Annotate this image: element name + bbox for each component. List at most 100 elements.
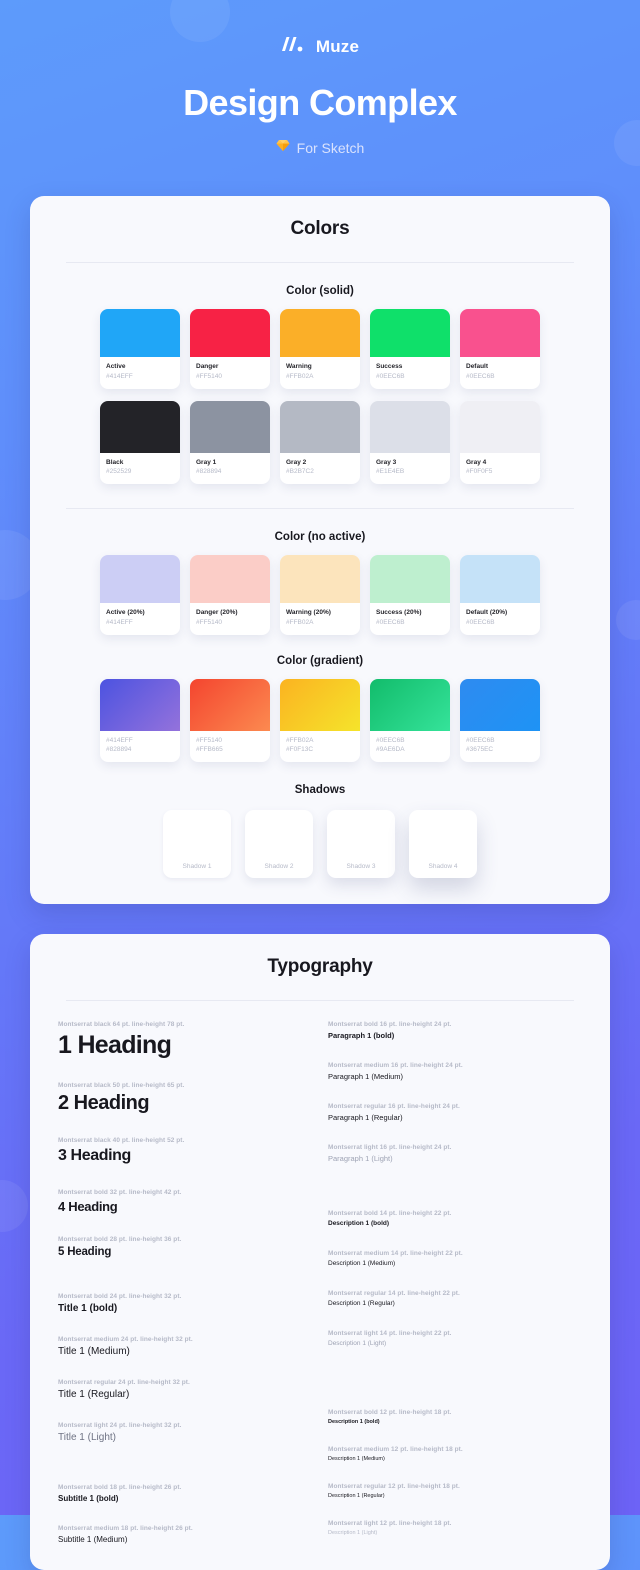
colors-card: Colors Color (solid) Active #414EFF Danger… — [30, 196, 610, 904]
type-specimen-sample: Paragraph 1 (Medium) — [328, 1072, 404, 1081]
shadow-sample-label: Shadow 2 — [264, 863, 294, 870]
hero-subtitle: For Sketch — [0, 139, 640, 157]
color-swatch[interactable]: Success (20%) #0EEC6B — [370, 555, 450, 635]
color-swatch[interactable]: Active #414EFF — [100, 309, 180, 389]
type-specimen: Montserrat medium 16 pt. line-height 24 … — [328, 1062, 582, 1081]
type-specimen: Montserrat light 24 pt. line-height 32 p… — [58, 1422, 320, 1443]
type-specimen: Montserrat bold 32 pt. line-height 42 pt… — [58, 1189, 320, 1214]
color-swatch-meta: Gray 4 #F0F0F5 — [460, 453, 540, 485]
page-title: Design Complex — [183, 82, 457, 123]
color-swatch-hex: #F0F0F5 — [466, 468, 493, 476]
gradient-swatch-meta: #0EEC6B #3675EC — [460, 731, 540, 763]
color-swatch-hex: #E1E4EB — [376, 468, 405, 476]
color-swatch[interactable]: Warning #FFB02A — [280, 309, 360, 389]
swatch-row-solid-2: Black #252529 Gray 1 #828894 Gray 2 #B2B7C2 Gr… — [30, 400, 610, 485]
gradient-swatch[interactable]: #414EFF #828894 — [100, 678, 180, 763]
color-swatch-hex: #FF5140 — [196, 372, 223, 380]
hero-subtitle-label: For Sketch — [296, 140, 365, 156]
color-swatch-meta: Default (20%) #0EEC6B — [460, 603, 540, 635]
color-swatch-hex: #414EFF — [106, 618, 133, 626]
color-swatch-chip — [190, 555, 270, 603]
section-label-color-gradient: Color (gradient) — [276, 654, 364, 667]
type-specimen: Montserrat light 12 pt. line-height 18 p… — [328, 1520, 582, 1536]
color-swatch-hex: #828894 — [196, 468, 222, 476]
type-specimen: Montserrat light 16 pt. line-height 24 p… — [328, 1144, 582, 1163]
gradient-swatch-meta: #414EFF #828894 — [100, 731, 180, 763]
swatch-row-solid-1: Active #414EFF Danger #FF5140 Warning #FFB02A… — [30, 309, 610, 389]
type-specimen-sample: 5 Heading — [58, 1246, 112, 1258]
color-swatch[interactable]: Default #0EEC6B — [460, 309, 540, 389]
type-specimen: Montserrat bold 12 pt. line-height 18 pt… — [328, 1409, 582, 1425]
type-specimen-spec: Montserrat bold 28 pt. line-height 36 pt… — [58, 1236, 182, 1243]
gradient-swatch[interactable]: #0EEC6B #3675EC — [460, 678, 540, 763]
type-specimen-sample: 2 Heading — [58, 1092, 150, 1114]
shadow-sample[interactable]: Shadow 2 — [245, 810, 313, 878]
section-label-color-solid: Color (solid) — [286, 285, 354, 297]
color-swatch-meta: Gray 3 #E1E4EB — [370, 453, 450, 485]
shadow-sample[interactable]: Shadow 3 — [327, 810, 395, 878]
muze-logo-icon — [281, 36, 307, 57]
typography-card: Typography Montserrat black 64 pt. line-… — [30, 934, 610, 1570]
color-swatch[interactable]: Gray 1 #828894 — [190, 400, 270, 484]
gradient-swatch-chip — [280, 678, 360, 731]
type-specimen: Montserrat regular 12 pt. line-height 18… — [328, 1483, 582, 1499]
brand-header: Muze — [0, 0, 640, 57]
gradient-swatch-hex-to: #3675EC — [466, 746, 494, 754]
color-swatch[interactable]: Active (20%) #414EFF — [100, 555, 180, 635]
shadow-sample-label: Shadow 1 — [182, 863, 212, 870]
typography-card-title: Typography — [267, 956, 373, 977]
gradient-swatch-hex-to: #F0F13C — [286, 746, 314, 754]
color-swatch-name: Warning — [286, 363, 312, 370]
type-specimen: Montserrat medium 24 pt. line-height 32 … — [58, 1336, 320, 1357]
type-specimen: Montserrat light 14 pt. line-height 22 p… — [328, 1330, 582, 1347]
color-swatch[interactable]: Danger (20%) #FF5140 — [190, 555, 270, 635]
type-specimen: Montserrat black 64 pt. line-height 78 p… — [58, 1021, 320, 1060]
type-specimen: Montserrat bold 18 pt. line-height 26 pt… — [58, 1484, 320, 1503]
color-swatch-name: Danger — [196, 363, 219, 370]
color-swatch[interactable]: Warning (20%) #FFB02A — [280, 555, 360, 635]
gradient-swatch-hex-from: #FFB02A — [286, 736, 314, 744]
shadow-sample[interactable]: Shadow 1 — [163, 810, 231, 878]
color-swatch[interactable]: Gray 3 #E1E4EB — [370, 400, 450, 485]
color-swatch-meta: Black #252529 — [100, 453, 180, 485]
type-specimen: Montserrat bold 28 pt. line-height 36 pt… — [58, 1236, 320, 1258]
divider — [66, 508, 574, 509]
typography-column-right: Montserrat bold 16 pt. line-height 24 pt… — [320, 1021, 582, 1544]
color-swatch-hex: #FF5140 — [196, 618, 223, 626]
color-swatch-chip — [370, 400, 450, 453]
type-specimen-spec: Montserrat regular 24 pt. line-height 32… — [58, 1379, 190, 1386]
color-swatch[interactable]: Black #252529 — [100, 400, 180, 485]
shadow-sample[interactable]: Shadow 4 — [409, 810, 477, 878]
type-specimen: Montserrat regular 16 pt. line-height 24… — [328, 1103, 582, 1122]
type-specimen-spec: Montserrat black 40 pt. line-height 52 p… — [58, 1137, 185, 1144]
color-swatch[interactable]: Success #0EEC6B — [370, 309, 450, 389]
color-swatch-chip — [190, 400, 270, 453]
gradient-swatch-meta: #0EEC6B #9AE6DA — [370, 731, 450, 763]
color-swatch-name: Gray 4 — [466, 458, 487, 466]
color-swatch[interactable]: Danger #FF5140 — [190, 309, 270, 389]
gradient-swatch[interactable]: #FF5140 #FFB665 — [190, 678, 270, 762]
type-specimen: Montserrat bold 24 pt. line-height 32 pt… — [58, 1293, 320, 1314]
color-swatch-chip — [280, 309, 360, 357]
type-specimen-spec: Montserrat medium 24 pt. line-height 32 … — [58, 1336, 193, 1343]
color-swatch[interactable]: Gray 2 #B2B7C2 — [280, 400, 360, 484]
type-specimen-sample: Title 1 (Regular) — [58, 1389, 130, 1400]
brand-name: Muze — [315, 36, 360, 56]
type-specimen: Montserrat black 50 pt. line-height 65 p… — [58, 1082, 320, 1115]
type-specimen-sample: Description 1 (bold) — [328, 1419, 380, 1425]
color-swatch[interactable]: Gray 4 #F0F0F5 — [460, 400, 540, 485]
gradient-swatch-chip — [190, 678, 270, 731]
gradient-swatch[interactable]: #0EEC6B #9AE6DA — [370, 678, 450, 763]
color-swatch-name: Gray 1 — [196, 458, 217, 466]
type-specimen: Montserrat medium 18 pt. line-height 26 … — [58, 1525, 320, 1544]
color-swatch-meta: Success (20%) #0EEC6B — [370, 603, 450, 635]
color-swatch-name: Gray 3 — [376, 458, 397, 466]
type-specimen-sample: Paragraph 1 (bold) — [328, 1031, 395, 1040]
type-specimen-spec: Montserrat regular 16 pt. line-height 24… — [328, 1103, 460, 1110]
type-specimen-sample: Subtitle 1 (bold) — [58, 1494, 119, 1503]
color-swatch-chip — [190, 309, 270, 357]
color-swatch[interactable]: Default (20%) #0EEC6B — [460, 555, 540, 635]
type-specimen: Montserrat regular 24 pt. line-height 32… — [58, 1379, 320, 1400]
gradient-swatch[interactable]: #FFB02A #F0F13C — [280, 678, 360, 762]
type-specimen-sample: Description 1 (Light) — [328, 1530, 378, 1536]
